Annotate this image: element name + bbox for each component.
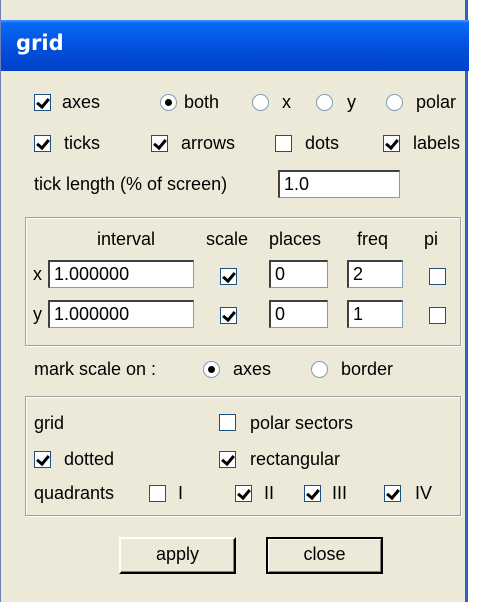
apply-button[interactable]: apply bbox=[119, 537, 236, 574]
x-places-input[interactable]: 0 bbox=[269, 260, 328, 288]
mode-y-label: y bbox=[347, 92, 356, 112]
y-places-input[interactable]: 0 bbox=[269, 300, 328, 328]
quadrants-label: quadrants bbox=[34, 483, 115, 503]
mode-both-radio[interactable] bbox=[160, 94, 177, 111]
polar-sectors-label: polar sectors bbox=[250, 413, 354, 433]
quadrant-2-checkbox[interactable] bbox=[235, 485, 252, 502]
close-button[interactable]: close bbox=[266, 537, 383, 574]
y-freq-input[interactable]: 1 bbox=[347, 300, 403, 328]
x-pi-checkbox[interactable] bbox=[429, 268, 446, 285]
dots-checkbox[interactable] bbox=[275, 135, 292, 152]
labels-checkbox[interactable] bbox=[383, 135, 400, 152]
rectangular-label: rectangular bbox=[250, 449, 341, 469]
mark-scale-border-radio[interactable] bbox=[311, 361, 328, 378]
grid-label: grid bbox=[34, 413, 65, 433]
quadrant-3-label: III bbox=[332, 483, 348, 503]
mark-scale-label: mark scale on : bbox=[34, 359, 157, 379]
mark-scale-border-label: border bbox=[341, 359, 394, 379]
x-interval-input[interactable]: 1.000000 bbox=[48, 260, 194, 288]
freq-header: freq bbox=[357, 229, 389, 249]
window-title: grid bbox=[16, 31, 64, 55]
ticks-label: ticks bbox=[64, 133, 100, 153]
y-pi-checkbox[interactable] bbox=[429, 307, 446, 324]
arrows-checkbox[interactable] bbox=[151, 135, 168, 152]
y-scale-checkbox[interactable] bbox=[220, 307, 237, 324]
x-scale-checkbox[interactable] bbox=[220, 268, 237, 285]
polar-sectors-checkbox[interactable] bbox=[219, 414, 236, 431]
arrows-label: arrows bbox=[181, 133, 236, 153]
mode-y-radio[interactable] bbox=[316, 94, 333, 111]
axes-label: axes bbox=[62, 92, 101, 112]
quadrant-4-checkbox[interactable] bbox=[384, 485, 401, 502]
interval-header: interval bbox=[97, 229, 156, 249]
labels-label: labels bbox=[413, 133, 461, 153]
mode-both-label: both bbox=[184, 92, 220, 112]
ticks-checkbox[interactable] bbox=[34, 135, 51, 152]
mode-x-radio[interactable] bbox=[252, 94, 269, 111]
title-bar[interactable]: grid bbox=[1, 20, 469, 71]
dotted-label: dotted bbox=[64, 449, 115, 469]
mode-polar-label: polar bbox=[416, 92, 457, 112]
dotted-checkbox[interactable] bbox=[34, 451, 51, 468]
mode-polar-radio[interactable] bbox=[386, 94, 403, 111]
dots-label: dots bbox=[305, 133, 340, 153]
grid-dialog: grid axes both x y polar ticks arrows do… bbox=[0, 0, 469, 602]
mode-x-label: x bbox=[282, 92, 291, 112]
places-header: places bbox=[269, 229, 322, 249]
tick-length-label: tick length (% of screen) bbox=[34, 174, 228, 194]
quadrant-1-checkbox[interactable] bbox=[149, 485, 166, 502]
scale-header: scale bbox=[206, 229, 249, 249]
tick-length-input[interactable]: 1.0 bbox=[278, 170, 400, 198]
axes-checkbox[interactable] bbox=[34, 94, 51, 111]
mark-scale-axes-label: axes bbox=[233, 359, 272, 379]
quadrant-4-label: IV bbox=[415, 483, 433, 503]
quadrant-2-label: II bbox=[264, 483, 275, 503]
rectangular-checkbox[interactable] bbox=[219, 451, 236, 468]
row-x-axis-label: x bbox=[33, 264, 42, 284]
quadrant-1-label: I bbox=[178, 483, 184, 503]
pi-header: pi bbox=[424, 229, 439, 249]
row-y-axis-label: y bbox=[33, 304, 42, 324]
y-interval-input[interactable]: 1.000000 bbox=[48, 300, 194, 328]
quadrant-3-checkbox[interactable] bbox=[304, 485, 321, 502]
x-freq-input[interactable]: 2 bbox=[347, 260, 403, 288]
mark-scale-axes-radio[interactable] bbox=[203, 361, 220, 378]
